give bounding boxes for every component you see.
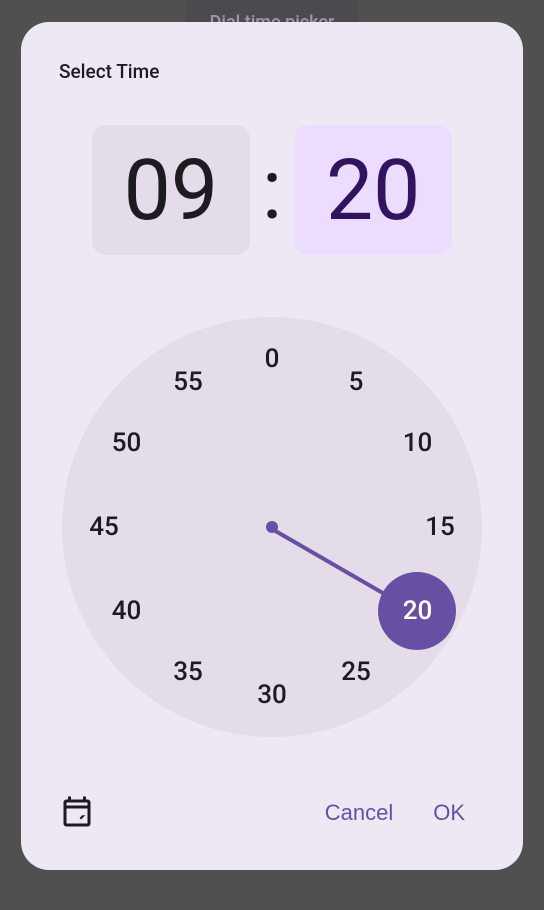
clock-number-15[interactable]: 15 — [401, 488, 479, 566]
keyboard-input-icon[interactable] — [59, 795, 95, 831]
clock-number-30[interactable]: 30 — [233, 656, 311, 734]
clock-number-55[interactable]: 55 — [149, 343, 227, 421]
cancel-button[interactable]: Cancel — [305, 788, 413, 838]
time-colon: : — [262, 148, 282, 232]
dialog-footer: Cancel OK — [45, 780, 499, 846]
clock-center-dot — [266, 521, 278, 533]
clock-number-50[interactable]: 50 — [88, 404, 166, 482]
clock-number-5[interactable]: 5 — [317, 343, 395, 421]
time-picker-dialog: Select Time 09 : 20 05101520253035404550… — [21, 22, 523, 870]
clock-number-0[interactable]: 0 — [233, 320, 311, 398]
clock-number-40[interactable]: 40 — [88, 572, 166, 650]
clock-number-10[interactable]: 10 — [378, 404, 456, 482]
clock-number-45[interactable]: 45 — [65, 488, 143, 566]
time-display-row: 09 : 20 — [45, 125, 499, 255]
clock-face[interactable]: 0510152025303540455055 — [62, 317, 482, 737]
clock-number-35[interactable]: 35 — [149, 633, 227, 711]
hours-field[interactable]: 09 — [92, 125, 250, 255]
dialog-title: Select Time — [45, 46, 499, 83]
clock-number-25[interactable]: 25 — [317, 633, 395, 711]
ok-button[interactable]: OK — [413, 788, 485, 838]
minutes-field[interactable]: 20 — [294, 125, 452, 255]
clock-number-20[interactable]: 20 — [378, 572, 456, 650]
